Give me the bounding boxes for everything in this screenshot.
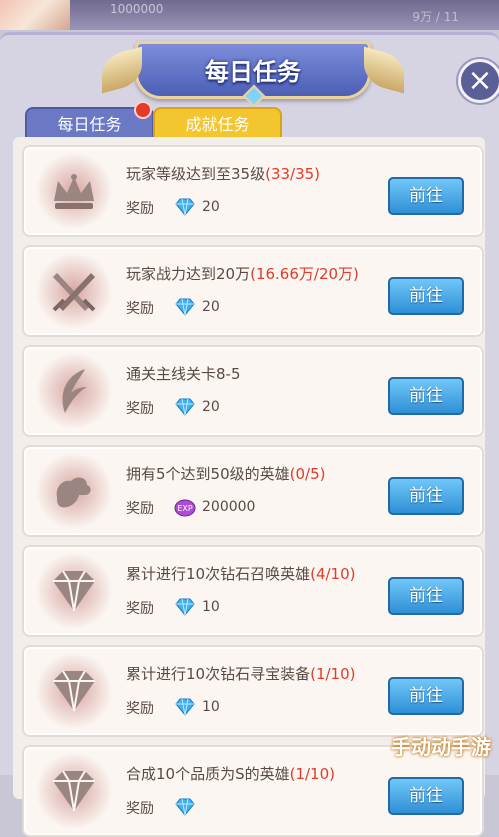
reward-value: 200000 — [202, 499, 256, 515]
background-avatar — [0, 0, 70, 30]
feather-icon — [34, 353, 114, 429]
diamond-icon — [174, 797, 196, 817]
reward-label: 奖励 — [126, 301, 154, 317]
task-card: 拥有5个达到50级的英雄(0/5) 奖励 EXP 200000 前往 — [22, 445, 484, 537]
reward-label: 奖励 — [126, 701, 154, 717]
gem-icon — [34, 753, 114, 829]
diamond-icon — [174, 697, 196, 717]
background-topbar: 1000000 9万 / 11 — [0, 0, 499, 30]
crown-icon — [34, 153, 114, 229]
task-card: 玩家战力达到20万(16.66万/20万) 奖励 20 前往 — [22, 245, 484, 337]
notification-dot-icon — [134, 101, 152, 119]
reward-label: 奖励 — [126, 201, 154, 217]
task-title: 通关主线关卡8-5 — [126, 363, 241, 384]
gem-icon — [34, 553, 114, 629]
wing-left-ornament — [102, 46, 142, 94]
task-title: 玩家战力达到20万(16.66万/20万) — [126, 263, 359, 284]
diamond-icon — [174, 197, 196, 217]
title-banner: 每日任务 — [102, 41, 404, 108]
crossed-swords-icon — [34, 253, 114, 329]
go-button[interactable]: 前往 — [388, 177, 464, 215]
task-title: 累计进行10次钻石召唤英雄(4/10) — [126, 563, 355, 584]
wing-right-ornament — [364, 46, 404, 94]
task-card: 玩家等级达到至35级(33/35) 奖励 20 前往 — [22, 145, 484, 237]
task-panel: 每日任务 × 每日任务 成就任务 玩家等级达到至35级(33/35) 奖励 20 前往… — [0, 32, 499, 837]
reward-label: 奖励 — [126, 801, 154, 817]
reward-value: 20 — [202, 399, 220, 415]
go-button[interactable]: 前往 — [388, 277, 464, 315]
panel-title: 每日任务 — [205, 58, 301, 86]
task-card: 通关主线关卡8-5 奖励 20 前往 — [22, 345, 484, 437]
gem-icon — [34, 653, 114, 729]
task-title: 合成10个品质为S的英雄(1/10) — [126, 763, 335, 784]
task-list[interactable]: 玩家等级达到至35级(33/35) 奖励 20 前往 玩家战力达到20万(16.66万/… — [13, 137, 485, 837]
task-card: 累计进行10次钻石召唤英雄(4/10) 奖励 10 前往 — [22, 545, 484, 637]
banner-gem-icon — [242, 84, 266, 108]
task-progress: (16.66万/20万) — [250, 265, 359, 283]
watermark: 手动动手游 — [391, 735, 491, 759]
task-title-text: 玩家战力达到20万 — [126, 265, 251, 283]
background-text-right: 9万 / 11 — [412, 10, 459, 24]
reward-label: 奖励 — [126, 401, 154, 417]
close-button[interactable]: × — [458, 59, 499, 103]
arm-icon — [34, 453, 114, 529]
task-title: 累计进行10次钻石寻宝装备(1/10) — [126, 663, 355, 684]
reward-label: 奖励 — [126, 501, 154, 517]
go-button[interactable]: 前往 — [388, 577, 464, 615]
reward-value: 10 — [202, 699, 220, 715]
task-title-text: 通关主线关卡8-5 — [126, 365, 241, 383]
task-title-text: 累计进行10次钻石寻宝装备 — [126, 665, 311, 683]
diamond-icon — [174, 297, 196, 317]
go-button[interactable]: 前往 — [388, 377, 464, 415]
diamond-icon — [174, 397, 196, 417]
svg-text:EXP: EXP — [177, 504, 193, 513]
reward-value: 10 — [202, 599, 220, 615]
go-button[interactable]: 前往 — [388, 777, 464, 815]
reward-value: 20 — [202, 299, 220, 315]
reward-value: 20 — [202, 199, 220, 215]
task-card: 累计进行10次钻石寻宝装备(1/10) 奖励 10 前往 — [22, 645, 484, 737]
task-title-text: 合成10个品质为S的英雄 — [126, 765, 290, 783]
go-button[interactable]: 前往 — [388, 677, 464, 715]
task-title-text: 累计进行10次钻石召唤英雄 — [126, 565, 311, 583]
task-title-text: 拥有5个达到50级的英雄 — [126, 465, 290, 483]
task-title: 拥有5个达到50级的英雄(0/5) — [126, 463, 326, 484]
go-button[interactable]: 前往 — [388, 477, 464, 515]
task-title: 玩家等级达到至35级(33/35) — [126, 163, 320, 184]
exp-potion-icon: EXP — [174, 497, 196, 517]
tab-achievement-tasks[interactable]: 成就任务 — [153, 107, 282, 141]
diamond-icon — [174, 597, 196, 617]
task-progress: (4/10) — [310, 565, 356, 583]
task-progress: (0/5) — [289, 465, 326, 483]
reward-label: 奖励 — [126, 601, 154, 617]
background-text-left: 1000000 — [110, 2, 164, 16]
task-progress: (1/10) — [289, 765, 335, 783]
task-progress: (1/10) — [310, 665, 356, 683]
task-title-text: 玩家等级达到至35级 — [126, 165, 266, 183]
task-progress: (33/35) — [265, 165, 321, 183]
